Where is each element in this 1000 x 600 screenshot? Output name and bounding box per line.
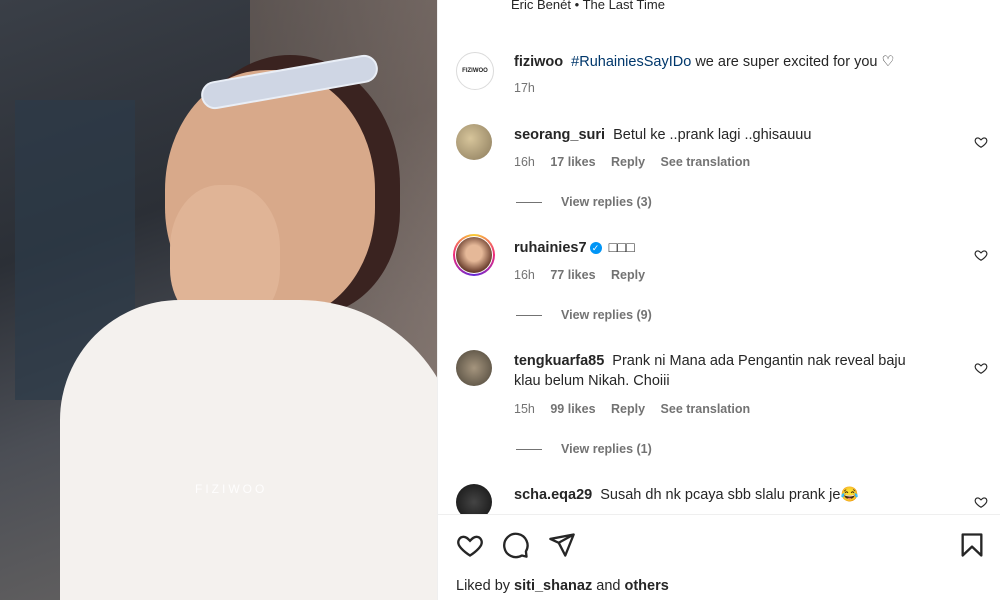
- liked-by-prefix: Liked by: [456, 578, 511, 594]
- replies-divider-line: [516, 448, 542, 450]
- replies-divider-line: [516, 201, 542, 203]
- liked-by-user[interactable]: siti_shanaz: [514, 578, 592, 594]
- view-replies-label[interactable]: View replies (9): [561, 308, 652, 322]
- comment-likes[interactable]: 77 likes: [550, 268, 595, 282]
- post-media[interactable]: FIZIWOO: [0, 0, 437, 600]
- caption-time[interactable]: 17h: [514, 81, 535, 95]
- comment-text: scha.eqa29 Susah dh nk pcaya sbb slalu p…: [514, 485, 934, 505]
- comment-meta: 16h 17 likes Reply See translation: [514, 155, 762, 169]
- music-song[interactable]: The Last Time: [583, 0, 665, 12]
- comment-text: tengkuarfa85 Prank ni Mana ada Pengantin…: [514, 351, 934, 391]
- view-replies-button[interactable]: View replies (3): [516, 195, 652, 209]
- comment-icon[interactable]: [502, 531, 530, 559]
- comment-body: Betul ke ..prank lagi ..ghisauuu: [613, 127, 812, 143]
- bookmark-icon[interactable]: [958, 531, 986, 559]
- view-replies-button[interactable]: View replies (1): [516, 442, 652, 456]
- avatar[interactable]: FIZIWOO: [456, 52, 494, 90]
- view-replies-label[interactable]: View replies (1): [561, 442, 652, 456]
- comment-body: Susah dh nk pcaya sbb slalu prank je😂: [600, 487, 859, 503]
- comment-time[interactable]: 16h: [514, 268, 535, 282]
- comment-username[interactable]: seorang_suri: [514, 127, 605, 143]
- view-replies-label[interactable]: View replies (3): [561, 195, 652, 209]
- avatar[interactable]: [456, 237, 492, 273]
- music-separator: •: [574, 0, 580, 12]
- comment-likes[interactable]: 17 likes: [550, 155, 595, 169]
- music-info[interactable]: Eric Benét • The Last Time: [511, 0, 665, 12]
- comment-likes[interactable]: 99 likes: [550, 402, 595, 416]
- liked-by-others[interactable]: others: [624, 578, 668, 594]
- liked-by-and: and: [596, 578, 621, 594]
- comment-username[interactable]: ruhainies7: [514, 240, 587, 256]
- comment-username[interactable]: scha.eqa29: [514, 487, 592, 503]
- comment-time[interactable]: 16h: [514, 155, 535, 169]
- section-divider: [438, 514, 1000, 515]
- see-translation-button[interactable]: See translation: [661, 402, 751, 416]
- reply-button[interactable]: Reply: [611, 402, 645, 416]
- heart-icon[interactable]: [456, 531, 484, 559]
- music-artist[interactable]: Eric Benét: [511, 0, 571, 12]
- comment-text: ruhainies7 ✓ □□□: [514, 238, 934, 258]
- view-replies-button[interactable]: View replies (9): [516, 308, 652, 322]
- heart-icon[interactable]: [974, 361, 988, 375]
- caption-hashtag[interactable]: #RuhainiesSayIDo: [571, 54, 691, 70]
- media-watermark: FIZIWOO: [195, 482, 268, 496]
- avatar[interactable]: [456, 484, 492, 514]
- reply-button[interactable]: Reply: [611, 155, 645, 169]
- heart-icon[interactable]: [974, 495, 988, 509]
- comment-meta: 15h 99 likes Reply See translation: [514, 402, 762, 416]
- liked-by: Liked by siti_shanaz and others: [456, 578, 669, 594]
- reply-button[interactable]: Reply: [611, 268, 645, 282]
- send-icon[interactable]: [548, 531, 576, 559]
- heart-icon[interactable]: [974, 248, 988, 262]
- comment-username[interactable]: tengkuarfa85: [514, 353, 604, 369]
- action-bar: [456, 531, 986, 559]
- comments-panel: Eric Benét • The Last Time FIZIWOO fiziw…: [437, 0, 1000, 600]
- caption-body: we are super excited for you ♡: [695, 54, 895, 70]
- caption-username[interactable]: fiziwoo: [514, 54, 563, 70]
- replies-divider-line: [516, 314, 542, 316]
- avatar-logo-text: FIZIWOO: [462, 68, 488, 74]
- media-dress: [60, 300, 437, 600]
- avatar[interactable]: [456, 124, 492, 160]
- comment-body: □□□: [608, 240, 635, 256]
- comment-item: scha.eqa29 Susah dh nk pcaya sbb slalu p…: [456, 484, 1000, 514]
- comment-time[interactable]: 15h: [514, 402, 535, 416]
- see-translation-button[interactable]: See translation: [661, 155, 751, 169]
- comment-text: seorang_suri Betul ke ..prank lagi ..ghi…: [514, 125, 934, 145]
- heart-icon[interactable]: [974, 135, 988, 149]
- comment-meta: 16h 77 likes Reply: [514, 268, 657, 282]
- caption-meta: 17h: [514, 81, 547, 95]
- caption-text: fiziwoo #RuhainiesSayIDo we are super ex…: [514, 52, 934, 72]
- avatar[interactable]: [456, 350, 492, 386]
- verified-badge-icon: ✓: [589, 242, 602, 254]
